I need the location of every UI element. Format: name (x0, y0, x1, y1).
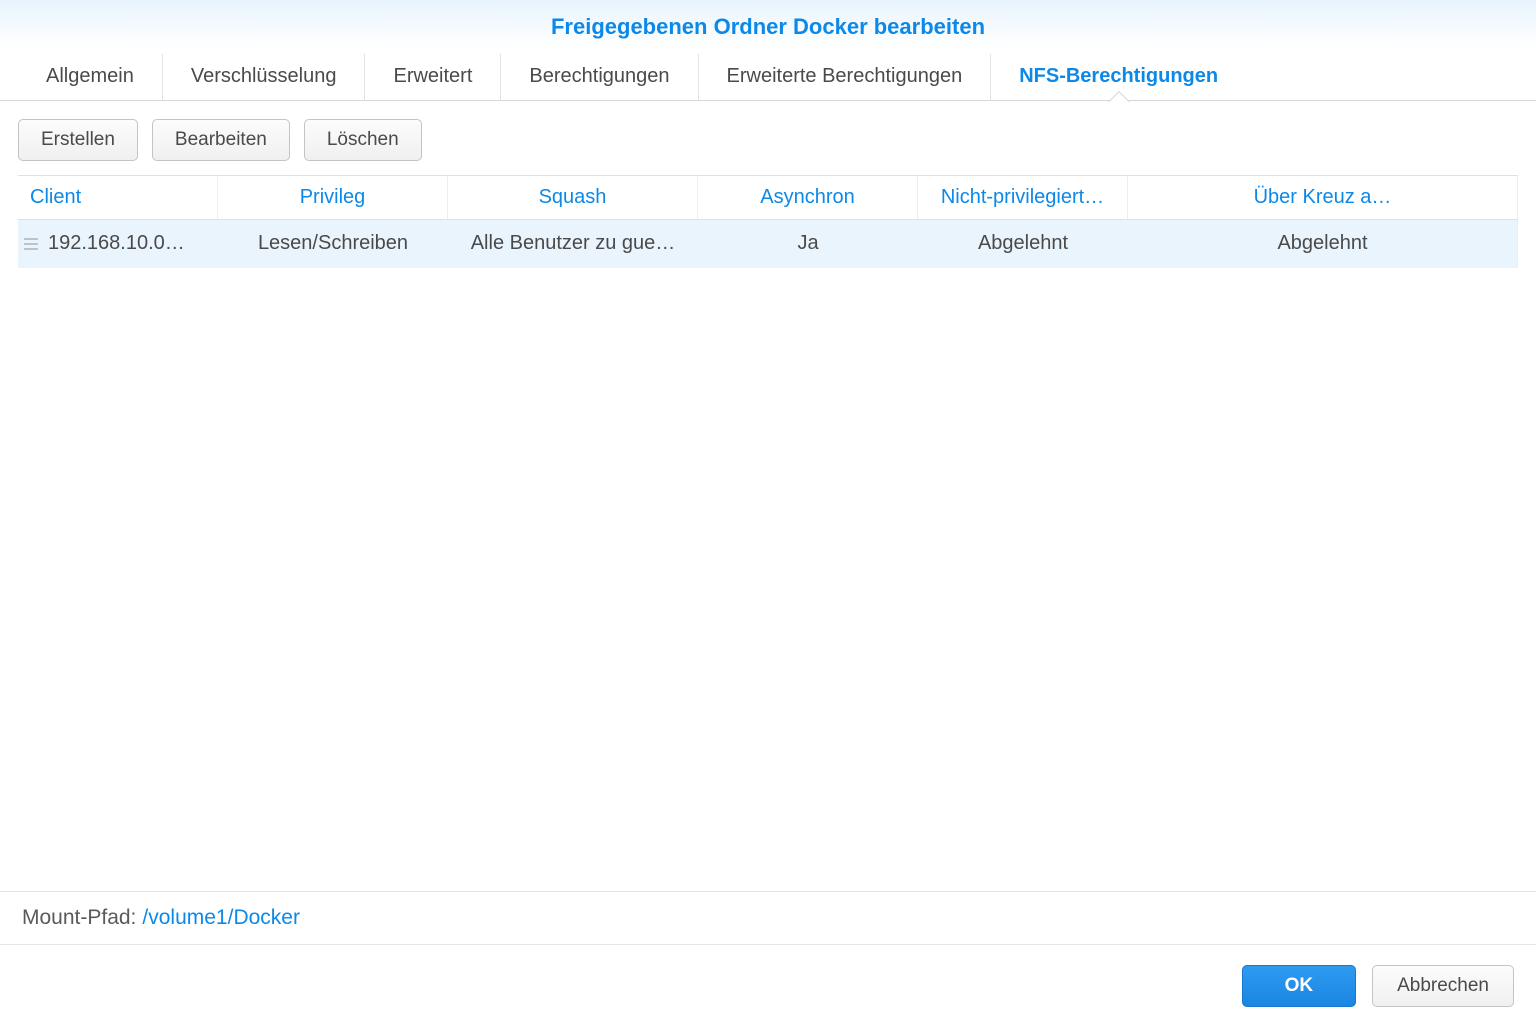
create-button[interactable]: Erstellen (18, 119, 138, 161)
mount-path-label: Mount-Pfad: (22, 906, 136, 930)
tab-general[interactable]: Allgemein (18, 54, 163, 100)
col-cross[interactable]: Über Kreuz a… (1128, 176, 1518, 219)
tab-label: NFS-Berechtigungen (1019, 65, 1218, 87)
table-body: 192.168.10.0… Lesen/Schreiben Alle Benut… (18, 220, 1518, 268)
tab-encryption[interactable]: Verschlüsselung (163, 54, 366, 100)
table-header-row: Client Privileg Squash Asynchron Nicht-p… (18, 176, 1518, 220)
col-nonpriv[interactable]: Nicht-privilegiert… (918, 176, 1128, 219)
titlebar: Freigegebenen Ordner Docker bearbeiten (0, 0, 1536, 50)
tab-label: Verschlüsselung (191, 65, 337, 87)
table-row[interactable]: 192.168.10.0… Lesen/Schreiben Alle Benut… (18, 220, 1518, 268)
tab-advanced-permissions[interactable]: Erweiterte Berechtigungen (699, 54, 992, 100)
tab-label: Erweiterte Berechtigungen (727, 65, 963, 87)
tab-bar: Allgemein Verschlüsselung Erweitert Bere… (0, 54, 1536, 101)
col-async[interactable]: Asynchron (698, 176, 918, 219)
col-privilege[interactable]: Privileg (218, 176, 448, 219)
cell-client: 192.168.10.0… (18, 220, 218, 267)
col-squash[interactable]: Squash (448, 176, 698, 219)
cell-text: 192.168.10.0… (48, 232, 185, 254)
tab-nfs-permissions[interactable]: NFS-Berechtigungen (991, 54, 1246, 100)
nfs-rules-table: Client Privileg Squash Asynchron Nicht-p… (18, 175, 1518, 891)
dialog-footer: OK Abbrechen (0, 945, 1536, 1025)
cell-async: Ja (698, 220, 918, 267)
col-client[interactable]: Client (18, 176, 218, 219)
toolbar: Erstellen Bearbeiten Löschen (0, 101, 1536, 175)
cell-privilege: Lesen/Schreiben (218, 220, 448, 267)
drag-handle-icon[interactable] (24, 238, 38, 250)
window-title: Freigegebenen Ordner Docker bearbeiten (551, 14, 985, 39)
edit-button[interactable]: Bearbeiten (152, 119, 290, 161)
tab-label: Allgemein (46, 65, 134, 87)
cell-cross: Abgelehnt (1128, 220, 1518, 267)
cell-squash: Alle Benutzer zu gue… (448, 220, 698, 267)
cancel-button[interactable]: Abbrechen (1372, 965, 1514, 1007)
tab-label: Erweitert (393, 65, 472, 87)
cell-nonpriv: Abgelehnt (918, 220, 1128, 267)
delete-button[interactable]: Löschen (304, 119, 422, 161)
mount-path-value: /volume1/Docker (142, 906, 300, 930)
mount-path-row: Mount-Pfad: /volume1/Docker (0, 891, 1536, 945)
ok-button[interactable]: OK (1242, 965, 1357, 1007)
dialog-window: Freigegebenen Ordner Docker bearbeiten A… (0, 0, 1536, 1025)
tab-permissions[interactable]: Berechtigungen (501, 54, 698, 100)
tab-advanced[interactable]: Erweitert (365, 54, 501, 100)
tab-label: Berechtigungen (529, 65, 669, 87)
